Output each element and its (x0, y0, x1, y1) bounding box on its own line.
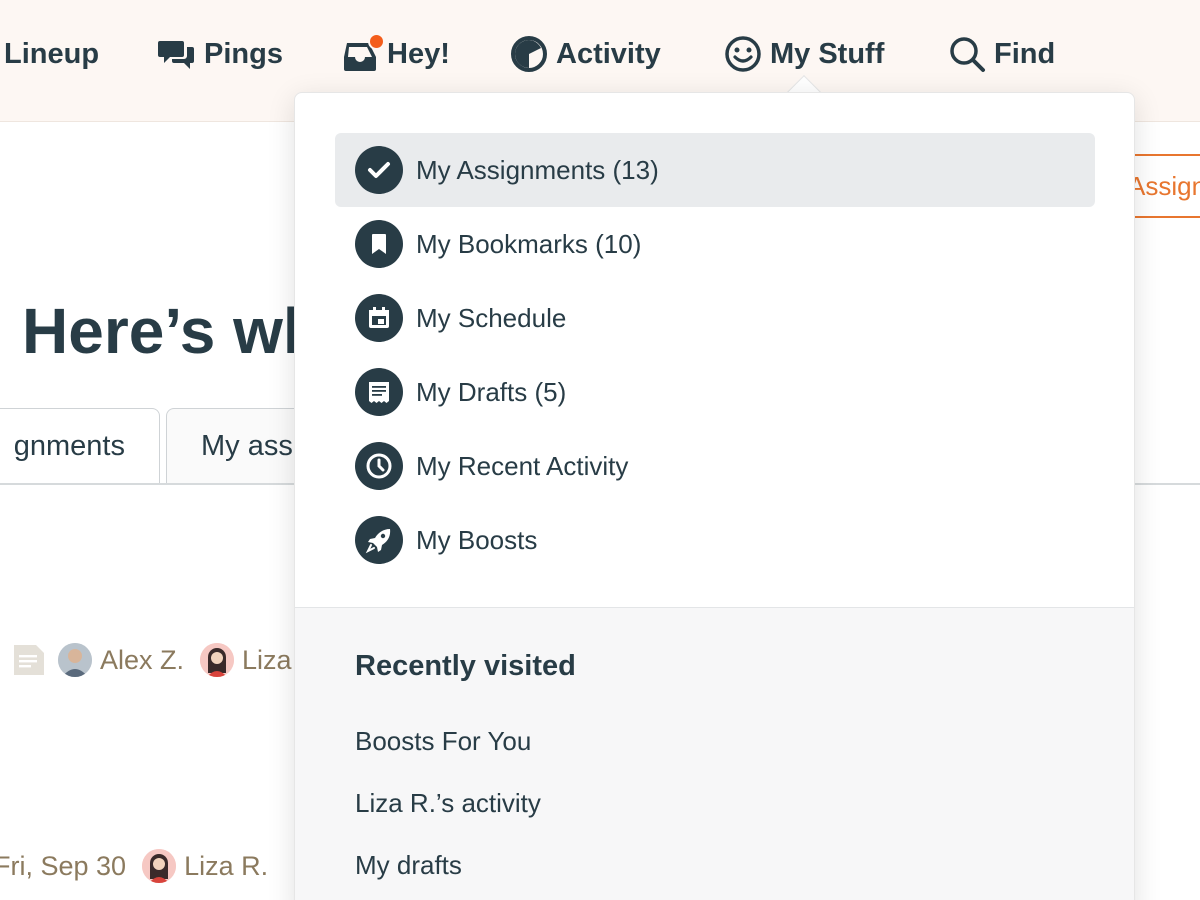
document-icon (14, 645, 44, 675)
bookmark-icon (355, 220, 403, 268)
nav-pings-label: Pings (204, 37, 283, 70)
recent-link-my-drafts[interactable]: My drafts (355, 850, 462, 881)
menu-item-label: My Bookmarks (10) (416, 228, 642, 259)
tab-assignments[interactable]: gnments (0, 408, 160, 484)
recent-link-liza-activity[interactable]: Liza R.’s activity (355, 788, 541, 819)
nav-lineup[interactable]: Lineup (4, 30, 99, 78)
nav-activity[interactable]: Activity (510, 30, 661, 78)
recently-visited-title: Recently visited (355, 650, 576, 682)
nav-lineup-label: Lineup (4, 37, 100, 70)
nav-hey-label: Hey! (387, 37, 450, 70)
menu-item-my-drafts[interactable]: My Drafts (5) (335, 355, 1095, 429)
recently-visited-section: Recently visited Boosts For You Liza R.’… (295, 607, 1134, 900)
avatar-liza[interactable] (200, 643, 235, 677)
nav-my-stuff-label: My Stuff (770, 37, 885, 70)
menu-item-my-bookmarks[interactable]: My Bookmarks (10) (335, 207, 1095, 281)
menu-item-my-recent-activity[interactable]: My Recent Activity (335, 429, 1095, 503)
avatar-liza[interactable] (142, 849, 177, 883)
tab-my-assignments-label: My ass (201, 430, 293, 462)
menu-item-my-boosts[interactable]: My Boosts (335, 503, 1095, 577)
menu-item-label: My Recent Activity (416, 450, 629, 481)
nav-find-label: Find (994, 37, 1056, 70)
page-title: Here’s wh (22, 295, 322, 367)
nav-hey[interactable]: Hey! (341, 30, 450, 78)
menu-item-my-schedule[interactable]: My Schedule (335, 281, 1095, 355)
menu-item-label: My Drafts (5) (416, 376, 567, 407)
rocket-icon (355, 516, 403, 564)
menu-item-my-assignments[interactable]: My Assignments (13) (335, 133, 1095, 207)
date-label: Fri, Sep 30 (0, 850, 127, 881)
tab-assignments-label: gnments (13, 430, 125, 462)
nav-find[interactable]: Find (948, 30, 1055, 78)
avatar-alex[interactable] (58, 643, 92, 677)
my-stuff-dropdown: My Assignments (13) My Bookmarks (10) My… (294, 92, 1135, 900)
calendar-icon (355, 294, 403, 342)
menu-item-label: My Assignments (13) (416, 154, 659, 185)
checkmark-icon (355, 146, 403, 194)
menu-item-label: My Boosts (416, 524, 538, 555)
chat-bubbles-icon (158, 35, 196, 73)
smiley-icon (724, 35, 762, 73)
person-name[interactable]: Alex Z. (100, 645, 184, 676)
clock-icon (355, 442, 403, 490)
list-item-meta: Fri, Sep 30 Liza R. (0, 849, 268, 883)
list-item-meta: Alex Z. Liza (12, 643, 292, 677)
my-stuff-menu: My Assignments (13) My Bookmarks (10) My… (335, 133, 1095, 577)
recent-link-boosts-for-you[interactable]: Boosts For You (355, 726, 531, 757)
nav-activity-label: Activity (556, 37, 661, 70)
nav-my-stuff[interactable]: My Stuff (724, 30, 884, 78)
notification-dot (368, 33, 385, 50)
person-name[interactable]: Liza R. (184, 851, 268, 882)
search-icon (948, 35, 986, 73)
menu-item-label: My Schedule (416, 302, 567, 333)
nav-pings[interactable]: Pings (158, 30, 283, 78)
inbox-icon (341, 33, 385, 73)
assignments-button-label: Assignm (1128, 170, 1200, 201)
person-name[interactable]: Liza (242, 645, 292, 676)
half-circle-icon (510, 35, 548, 73)
draft-document-icon (355, 368, 403, 416)
